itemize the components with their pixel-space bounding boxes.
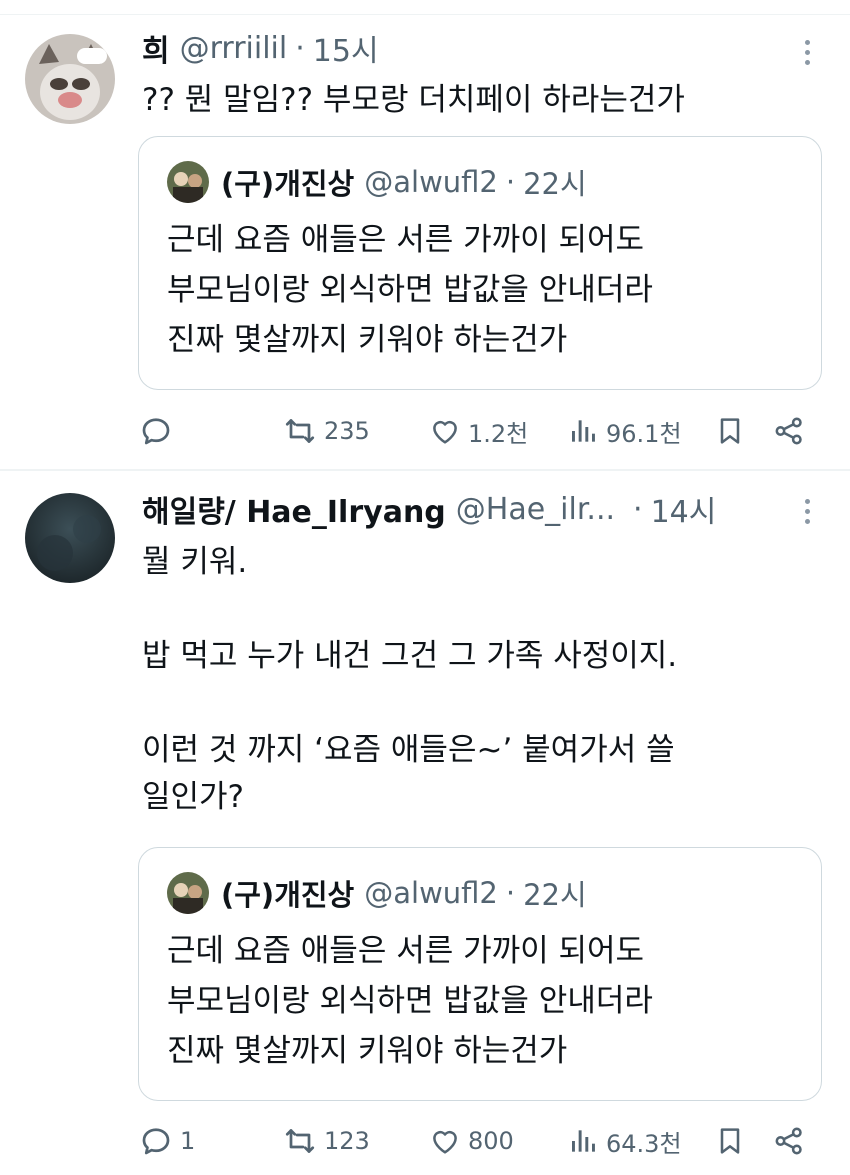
separator-dot: · xyxy=(505,876,516,910)
timestamp[interactable]: 15시 xyxy=(313,26,379,70)
display-name[interactable]: 희 xyxy=(142,26,170,70)
retweet-icon xyxy=(282,413,318,449)
quote-avatar xyxy=(167,872,209,914)
views-button[interactable]: 64.3천 xyxy=(568,1121,682,1161)
separator-dot: · xyxy=(505,165,516,199)
bookmark-icon xyxy=(714,1123,746,1159)
retweet-button[interactable]: 123 xyxy=(282,1121,370,1161)
reply-button[interactable] xyxy=(138,411,180,451)
quote-user-handle: @alwufl2 xyxy=(364,165,498,199)
separator-dot: · xyxy=(633,491,643,527)
quote-avatar xyxy=(167,161,209,203)
reply-icon xyxy=(138,413,174,449)
tweet-2[interactable]: 해일량/ Hae_Ilryang @Hae_ilr... · 14시 뭘 키워.… xyxy=(0,471,850,1175)
more-icon[interactable] xyxy=(800,32,814,72)
retweet-icon xyxy=(282,1123,318,1159)
avatar[interactable] xyxy=(25,493,115,583)
quote-text: 근데 요즘 애들은 서른 가까이 되어도 부모님이랑 외식하면 밥값을 안내더라… xyxy=(167,933,653,1069)
action-bar: 235 1.2천 96.1천 xyxy=(138,411,818,451)
tweet-text: 뭘 키워. 밥 먹고 누가 내건 그건 그 가족 사정이지. 이런 것 까지 ‘… xyxy=(142,544,678,815)
reply-icon xyxy=(138,1123,174,1159)
share-button[interactable] xyxy=(772,1121,806,1161)
quote-user-handle: @alwufl2 xyxy=(364,876,498,910)
tweet-header: 해일량/ Hae_Ilryang @Hae_ilr... · 14시 xyxy=(142,487,760,531)
user-handle[interactable]: @Hae_ilr... xyxy=(456,492,615,527)
quote-timestamp: 22시 xyxy=(523,167,587,201)
views-count: 64.3천 xyxy=(606,1129,682,1158)
like-icon xyxy=(428,1124,462,1158)
quote-text: 근데 요즘 애들은 서른 가까이 되어도 부모님이랑 외식하면 밥값을 안내더라… xyxy=(167,222,653,358)
retweet-count: 235 xyxy=(324,417,370,445)
views-icon xyxy=(568,415,600,447)
quoted-tweet[interactable]: (구)개진상 @alwufl2 · 22시 근데 요즘 애들은 서른 가까이 되… xyxy=(138,847,822,1101)
like-icon xyxy=(428,414,462,448)
user-handle[interactable]: @rrriilil xyxy=(180,31,288,66)
more-icon[interactable] xyxy=(800,491,814,531)
tweet-text: ?? 뭔 말임?? 부모랑 더치페이 하라는건가 xyxy=(142,82,685,118)
share-icon xyxy=(772,414,806,448)
tweet-header: 희 @rrriilil · 15시 xyxy=(142,26,760,70)
timestamp[interactable]: 14시 xyxy=(651,487,717,531)
tweet-1[interactable]: 희 @rrriilil · 15시 ?? 뭔 말임?? 부모랑 더치페이 하라는… xyxy=(0,0,850,469)
avatar[interactable] xyxy=(25,34,115,124)
bookmark-button[interactable] xyxy=(714,1121,746,1161)
quote-display-name: (구)개진상 xyxy=(221,167,355,201)
retweet-button[interactable]: 235 xyxy=(282,411,370,451)
bookmark-button[interactable] xyxy=(714,411,746,451)
separator-dot: · xyxy=(295,30,305,66)
quote-display-name: (구)개진상 xyxy=(221,878,355,912)
bookmark-icon xyxy=(714,413,746,449)
like-button[interactable]: 1.2천 xyxy=(428,411,528,451)
quote-header: (구)개진상 @alwufl2 · 22시 xyxy=(167,870,587,916)
reply-button[interactable]: 1 xyxy=(138,1121,195,1161)
display-name[interactable]: 해일량/ Hae_Ilryang xyxy=(142,487,446,531)
share-icon xyxy=(772,1124,806,1158)
views-button[interactable]: 96.1천 xyxy=(568,411,682,451)
share-button[interactable] xyxy=(772,411,806,451)
like-count: 800 xyxy=(468,1127,514,1155)
quoted-tweet[interactable]: (구)개진상 @alwufl2 · 22시 근데 요즘 애들은 서른 가까이 되… xyxy=(138,136,822,390)
quote-header: (구)개진상 @alwufl2 · 22시 xyxy=(167,159,587,205)
quote-timestamp: 22시 xyxy=(523,878,587,912)
views-icon xyxy=(568,1125,600,1157)
reply-count: 1 xyxy=(180,1127,196,1155)
like-count: 1.2천 xyxy=(468,419,529,448)
retweet-count: 123 xyxy=(324,1127,370,1155)
like-button[interactable]: 800 xyxy=(428,1121,514,1161)
views-count: 96.1천 xyxy=(606,419,682,448)
action-bar: 1 123 800 64.3천 xyxy=(138,1121,818,1161)
